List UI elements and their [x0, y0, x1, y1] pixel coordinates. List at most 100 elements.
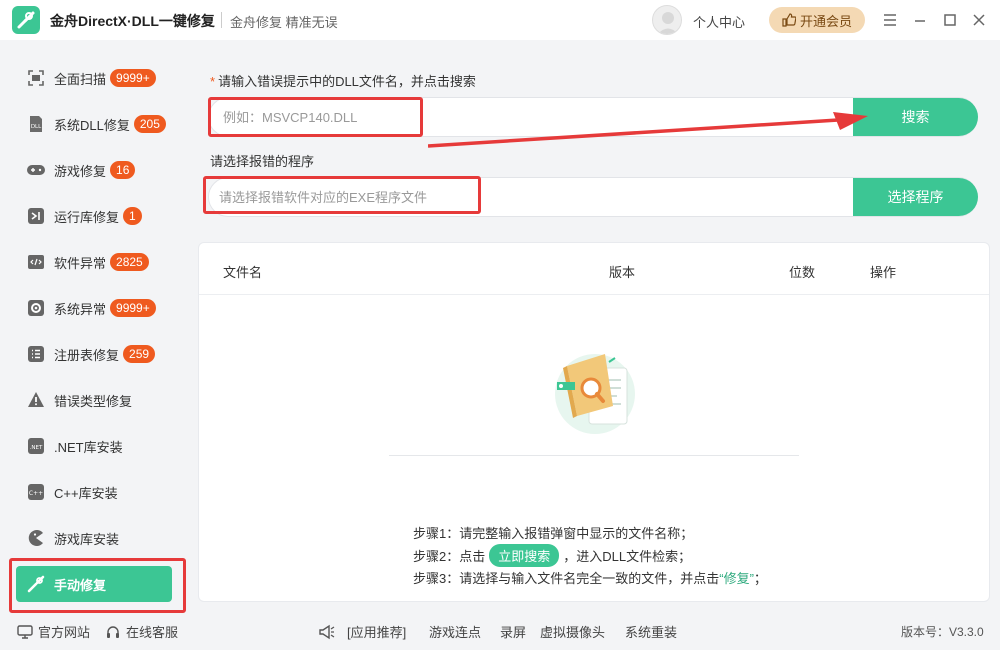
step-1-text: 步骤1：请完整输入报错弹窗中显示的文件名称； [413, 526, 694, 541]
code-window-icon [26, 252, 46, 272]
count-badge: 9999+ [110, 69, 156, 87]
step-2-suffix: ，进入DLL文件检索； [563, 549, 692, 564]
dll-file-icon: DLL [26, 114, 46, 134]
official-site-link[interactable]: 官方网站 [17, 622, 90, 641]
sidebar-item-label: 手动修复 [54, 577, 107, 593]
sidebar-item-game-repair[interactable]: 游戏修复 16 [16, 152, 172, 188]
empty-search-illustration [555, 354, 635, 434]
sidebar-item-manual-repair[interactable]: 手动修复 [16, 566, 172, 602]
footer-link-system-reinstall[interactable]: 系统重装 [625, 622, 677, 641]
count-badge: 205 [133, 115, 166, 133]
avatar[interactable] [652, 5, 682, 35]
count-badge: 259 [123, 345, 156, 363]
footer-bar: 官方网站 在线客服 [应用推荐] 游戏连点 录屏 虚拟摄像头 系统重装 版本号：… [0, 612, 1000, 650]
sidebar-item-label: 系统DLL修复 [54, 117, 130, 133]
svg-text:DLL: DLL [31, 124, 42, 130]
sidebar-item-game-lib-install[interactable]: 游戏库安装 [16, 520, 172, 556]
sidebar-item-label: 全面扫描 [54, 71, 107, 87]
app-subtitle: 金舟修复 精准无误 [230, 15, 338, 30]
online-service-label: 在线客服 [126, 625, 179, 640]
svg-text:.NET: .NET [30, 445, 43, 451]
step-2-prefix: 步骤2：点击 [413, 549, 486, 564]
user-icon [657, 12, 679, 34]
version-label: 版本号：V3.3.0 [901, 625, 984, 639]
sidebar-item-label: 运行库修复 [54, 209, 120, 225]
sidebar-item-label: 软件异常 [54, 255, 107, 271]
minimize-button[interactable] [910, 10, 930, 30]
maximize-icon [944, 14, 956, 26]
sidebar-item-label: 游戏库安装 [54, 531, 120, 547]
sidebar-item-software-error[interactable]: 软件异常 2825 [16, 244, 172, 280]
footer-link-virtual-camera[interactable]: 虚拟摄像头 [540, 622, 605, 641]
gamepad-icon [26, 160, 46, 180]
sidebar-item-system-error[interactable]: 系统异常 9999+ [16, 290, 172, 326]
sidebar-item-label: 错误类型修复 [54, 393, 133, 409]
sidebar-item-registry-repair[interactable]: 注册表修复 259 [16, 336, 172, 372]
search-button[interactable]: 搜索 [853, 98, 978, 136]
sidebar-item-system-dll[interactable]: DLL 系统DLL修复 205 [16, 106, 172, 142]
column-filename: 文件名 [223, 265, 263, 280]
column-version: 版本 [609, 265, 636, 280]
app-logo [12, 6, 40, 34]
select-program-button[interactable]: 选择程序 [853, 178, 978, 216]
close-button[interactable] [969, 10, 989, 30]
search-now-tag: 立即搜索 [489, 544, 560, 567]
sidebar-item-label: .NET库安装 [54, 439, 123, 455]
exe-prompt: 请选择报错的程序 [210, 154, 315, 169]
title-bar: 金舟DirectX·DLL一键修复 金舟修复 精准无误 个人中心 开通会员 [0, 0, 1000, 40]
footer-link-game-clicker[interactable]: 游戏连点 [429, 622, 481, 641]
sidebar: 全面扫描 9999+ DLL 系统DLL修复 205 游戏修复 16 运行库修复… [0, 40, 188, 610]
sidebar-item-runtime-repair[interactable]: 运行库修复 1 [16, 198, 172, 234]
step-2-text: 步骤2：点击 立即搜索 ，进入DLL文件检索； [413, 544, 691, 567]
minimize-icon [915, 20, 925, 22]
megaphone-icon [319, 624, 335, 639]
dll-prompt-text: 请输入错误提示中的DLL文件名，并点击搜索 [218, 74, 476, 89]
count-badge: 2825 [110, 253, 149, 271]
divider [389, 455, 799, 456]
main-panel: *请输入错误提示中的DLL文件名，并点击搜索 搜索 请选择报错的程序 选择程序 … [188, 40, 1000, 610]
list-icon [26, 344, 46, 364]
scan-icon [26, 68, 46, 88]
app-recommend: [应用推荐] [318, 622, 406, 641]
headset-icon [107, 625, 119, 638]
official-site-label: 官方网站 [38, 625, 91, 640]
count-badge: 1 [123, 207, 142, 225]
sidebar-item-error-type-repair[interactable]: 错误类型修复 [16, 382, 172, 418]
visual-studio-icon [26, 206, 46, 226]
vip-button[interactable]: 开通会员 [769, 7, 865, 33]
step-3-text: 步骤3：请选择与输入文件名完全一致的文件，并点击“修复”； [413, 568, 767, 587]
sidebar-item-dotnet-install[interactable]: .NET .NET库安装 [16, 428, 172, 464]
app-title: 金舟DirectX·DLL一键修复 [50, 13, 215, 29]
monitor-icon [17, 624, 33, 639]
online-service-link[interactable]: 在线客服 [105, 622, 178, 641]
sidebar-item-full-scan[interactable]: 全面扫描 9999+ [16, 60, 172, 96]
dll-prompt: * 请输入错误提示中的DLL文件名，并点击搜索 [210, 71, 476, 90]
sidebar-item-label: 系统异常 [54, 301, 107, 317]
vip-button-label: 开通会员 [799, 13, 852, 29]
cpp-icon: C++ [26, 482, 46, 502]
maximize-button[interactable] [940, 10, 960, 30]
close-icon [973, 14, 985, 26]
repair-keyword: “修复” [719, 571, 754, 586]
sidebar-item-label: C++库安装 [54, 485, 118, 501]
footer-link-screen-record[interactable]: 录屏 [500, 622, 526, 641]
count-badge: 9999+ [110, 299, 156, 317]
column-bits: 位数 [789, 265, 816, 280]
pacman-icon [26, 528, 46, 548]
step-3-prefix: 步骤3：请选择与输入文件名完全一致的文件，并点击 [413, 571, 720, 586]
sidebar-item-label: 游戏修复 [54, 163, 107, 179]
hamburger-menu-icon [884, 14, 896, 26]
sidebar-item-cpp-install[interactable]: C++ C++库安装 [16, 474, 172, 510]
user-center-link[interactable]: 个人中心 [693, 12, 745, 31]
step-3-suffix: ； [753, 571, 767, 586]
results-table: 文件名 版本 位数 操作 步骤1：请完整输入报错弹窗中显示的文件名称； 步骤2：… [198, 242, 990, 602]
warning-icon [26, 390, 46, 410]
tools-icon [26, 574, 46, 594]
count-badge: 16 [110, 161, 136, 179]
menu-button[interactable] [880, 10, 900, 30]
table-header: 文件名 版本 位数 操作 [199, 243, 989, 295]
sidebar-item-label: 注册表修复 [54, 347, 120, 363]
exe-file-input[interactable] [209, 178, 853, 216]
column-action: 操作 [870, 265, 897, 280]
title-separator [221, 12, 222, 28]
